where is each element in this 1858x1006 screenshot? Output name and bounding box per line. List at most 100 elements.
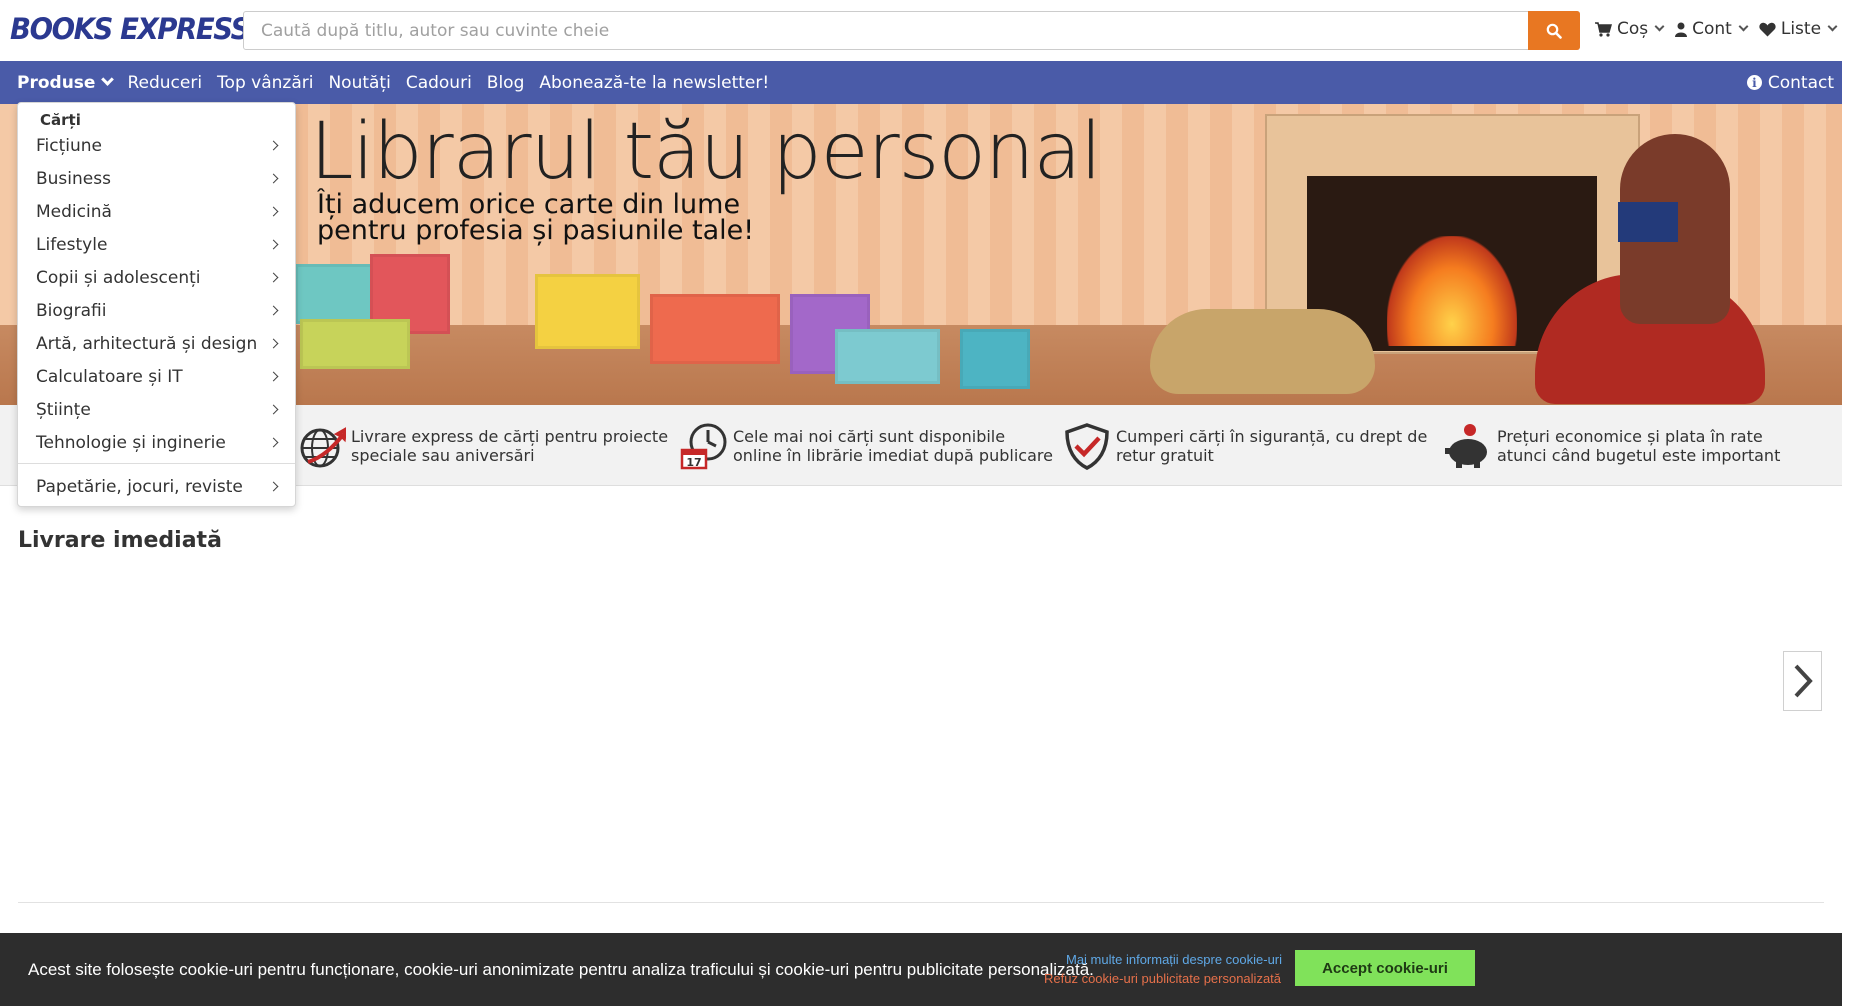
gift-illustration	[650, 294, 780, 364]
search-input[interactable]	[244, 12, 1529, 49]
chevron-down-icon	[1827, 21, 1838, 32]
gift-illustration	[535, 274, 640, 349]
dropdown-item-label: Științe	[36, 399, 91, 420]
banner-subtitle-line2: pentru profesia și pasiunile tale!	[317, 215, 755, 246]
chevron-right-icon	[268, 272, 279, 283]
carousel-next-button[interactable]	[1783, 651, 1822, 711]
dropdown-item-papetarie[interactable]: Papetărie, jocuri, reviste	[36, 470, 281, 503]
dropdown-item-business[interactable]: Business	[36, 162, 281, 195]
dropdown-item-arta[interactable]: Artă, arhitectură și design	[36, 327, 281, 360]
nav-item-noutati[interactable]: Noutăți	[328, 73, 390, 93]
chevron-right-icon	[268, 437, 279, 448]
dropdown-item-label: Calculatoare și IT	[36, 366, 183, 387]
feature-economic-prices: Prețuri economice și plata în rate atunc…	[1444, 405, 1817, 486]
dropdown-item-calculatoare[interactable]: Calculatoare și IT	[36, 360, 281, 393]
cookie-banner: Acest site folosește cookie-uri pentru f…	[0, 933, 1842, 1006]
dog-illustration	[1150, 309, 1375, 394]
piggy-bank-icon	[1445, 423, 1487, 468]
cookie-more-info-link[interactable]: Mai multe informații despre cookie-uri	[1066, 952, 1282, 967]
search-icon	[1546, 23, 1562, 39]
dropdown-item-stiinte[interactable]: Științe	[36, 393, 281, 426]
lists-label: Liste	[1780, 19, 1822, 39]
search-button[interactable]	[1528, 11, 1580, 50]
dropdown-item-label: Ficțiune	[36, 135, 103, 156]
clock-calendar-icon: 17	[680, 423, 727, 469]
dropdown-item-label: Business	[36, 168, 111, 189]
account-link[interactable]: Cont	[1675, 19, 1749, 39]
chevron-right-icon	[268, 404, 279, 415]
cart-label: Coș	[1617, 19, 1649, 39]
nav-item-cadouri[interactable]: Cadouri	[406, 73, 472, 93]
chevron-right-icon	[268, 239, 279, 250]
nav-item-label: Produse	[17, 72, 96, 93]
nav-item-produse[interactable]: Produse	[17, 72, 115, 93]
chevron-right-icon	[1794, 664, 1813, 698]
gift-illustration	[960, 329, 1030, 389]
feature-text: Cele mai noi cărți sunt disponibile onli…	[733, 426, 1053, 465]
banner-subtitle: Îți aducem orice carte din lume pentru p…	[317, 191, 755, 246]
dropdown-item-fictiune[interactable]: Ficțiune	[36, 129, 281, 162]
cart-link[interactable]: Coș	[1595, 19, 1665, 39]
dropdown-item-label: Biografii	[36, 300, 107, 321]
chevron-down-icon	[101, 73, 115, 86]
user-icon	[1675, 22, 1688, 37]
dropdown-item-label: Copii și adolescenți	[36, 267, 201, 288]
section-divider	[18, 902, 1824, 903]
account-label: Cont	[1692, 19, 1732, 39]
cart-icon	[1595, 21, 1612, 37]
chevron-right-icon	[268, 140, 279, 151]
chevron-right-icon	[268, 305, 279, 316]
feature-safe-shopping: Cumperi cărți în siguranță, cu drept de …	[1063, 405, 1436, 486]
lists-link[interactable]: Liste	[1759, 19, 1838, 39]
feature-text: Livrare express de cărți pentru proiecte…	[351, 426, 669, 465]
search-box	[243, 11, 1580, 50]
products-dropdown: Cărți Ficțiune Business Medicină Lifesty…	[17, 102, 296, 507]
header: BOOKS EXPRESS Coș	[0, 0, 1842, 61]
main-nav: Produse Reduceri Top vânzări Noutăți Cad…	[0, 61, 1842, 104]
chevron-down-icon	[1654, 21, 1665, 32]
contact-label: Contact	[1767, 72, 1834, 93]
feature-new-books: 17 Cele mai noi cărți sunt disponibile o…	[680, 405, 1053, 486]
cookie-refuse-link[interactable]: Refuz cookie-uri publicitate personaliza…	[1044, 971, 1281, 986]
dropdown-divider	[18, 463, 295, 464]
nav-item-newsletter[interactable]: Abonează-te la newsletter!	[539, 73, 769, 93]
cookie-message: Acest site folosește cookie-uri pentru f…	[28, 960, 1094, 979]
section-title: Livrare imediată	[18, 528, 222, 553]
book-illustration	[1618, 202, 1678, 242]
globe-delivery-icon	[300, 426, 346, 467]
chevron-right-icon	[268, 481, 279, 492]
nav-item-top-vanzari[interactable]: Top vânzări	[217, 73, 313, 93]
dropdown-item-label: Medicină	[36, 201, 112, 222]
gift-illustration	[295, 264, 375, 324]
chevron-right-icon	[268, 173, 279, 184]
gift-illustration	[835, 329, 940, 384]
chevron-right-icon	[268, 371, 279, 382]
chevron-right-icon	[268, 206, 279, 217]
dropdown-item-label: Tehnologie și inginerie	[36, 432, 226, 453]
feature-text: Cumperi cărți în siguranță, cu drept de …	[1116, 426, 1428, 465]
dropdown-item-copii[interactable]: Copii și adolescenți	[36, 261, 281, 294]
nav-items: Produse Reduceri Top vânzări Noutăți Cad…	[17, 61, 769, 104]
dropdown-item-label: Artă, arhitectură și design	[36, 333, 258, 354]
gift-illustration	[300, 319, 410, 369]
nav-item-reduceri[interactable]: Reduceri	[127, 73, 202, 93]
dropdown-item-label: Lifestyle	[36, 234, 108, 255]
heart-icon	[1759, 22, 1776, 36]
banner-title: Librarul tău personal	[310, 107, 1102, 197]
shield-check-icon	[1065, 422, 1109, 470]
contact-link[interactable]: i Contact	[1746, 61, 1834, 104]
nav-item-blog[interactable]: Blog	[487, 73, 525, 93]
accept-cookies-button[interactable]: Accept cookie-uri	[1295, 950, 1475, 986]
header-links: Coș Cont Liste	[1595, 19, 1838, 39]
dropdown-item-lifestyle[interactable]: Lifestyle	[36, 228, 281, 261]
chevron-down-icon	[1738, 21, 1749, 32]
dropdown-item-biografii[interactable]: Biografii	[36, 294, 281, 327]
feature-express-delivery: Livrare express de cărți pentru proiecte…	[298, 405, 671, 486]
chevron-right-icon	[268, 338, 279, 349]
dropdown-category-header: Cărți	[40, 111, 81, 129]
feature-text: Prețuri economice și plata în rate atunc…	[1497, 426, 1781, 465]
dropdown-item-medicina[interactable]: Medicină	[36, 195, 281, 228]
site-logo[interactable]: BOOKS EXPRESS	[10, 12, 251, 46]
dropdown-item-tehnologie[interactable]: Tehnologie și inginerie	[36, 426, 281, 459]
dropdown-item-label: Papetărie, jocuri, reviste	[36, 476, 243, 497]
